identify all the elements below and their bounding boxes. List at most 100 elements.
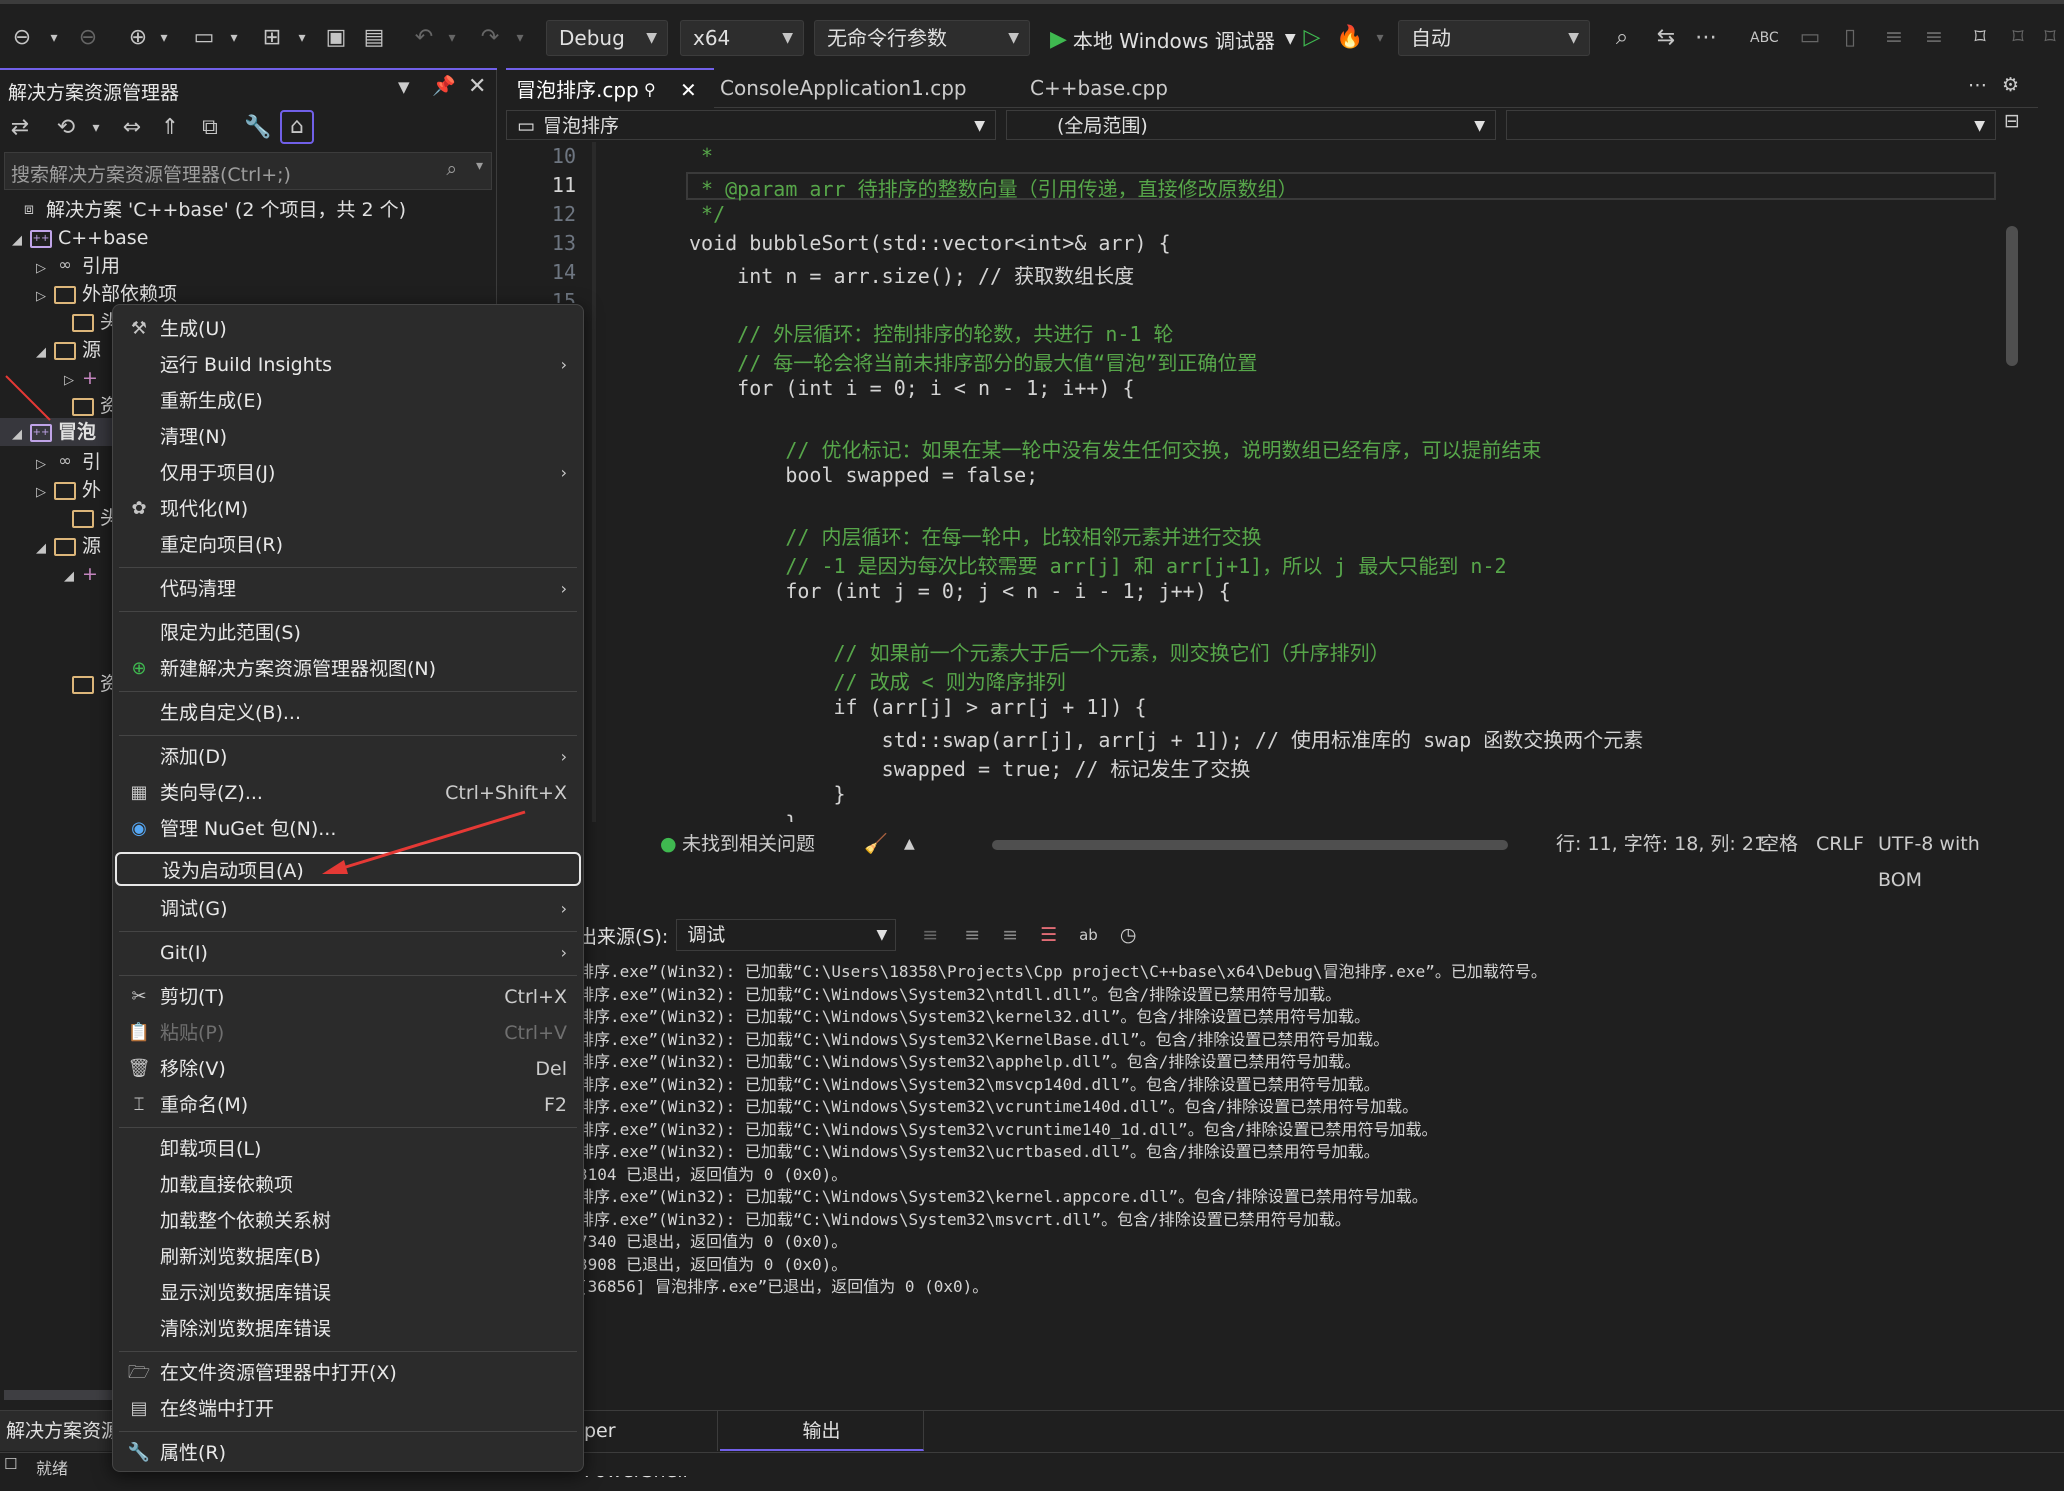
solution-search-input[interactable]: 搜索解决方案资源管理器(Ctrl+;) ⌕ ▾ bbox=[4, 152, 492, 190]
expanded-icon[interactable]: ◢ bbox=[64, 563, 82, 591]
preview-selected-icon[interactable]: ⌂ bbox=[280, 110, 314, 144]
tab-bubblesort-cpp[interactable]: 冒泡排序.cpp ⚲ ✕ bbox=[506, 68, 714, 108]
menu-item-show-db-errors[interactable]: 显示浏览数据库错误 bbox=[113, 1276, 583, 1310]
menu-item-properties[interactable]: 🔧 属性(R) bbox=[113, 1436, 583, 1470]
add-item-icon[interactable]: ⊞ bbox=[258, 24, 286, 52]
global-scope-dropdown[interactable]: (全局范围) ▼ bbox=[1006, 110, 1496, 140]
spell-check-icon[interactable]: ABC bbox=[1750, 24, 1779, 52]
uncomment-icon[interactable]: ▯ bbox=[1836, 24, 1864, 52]
menu-item-rename[interactable]: ⌶ 重命名(M) F2 bbox=[113, 1088, 583, 1122]
back-icon[interactable]: ⊖ bbox=[8, 24, 36, 52]
collapsed-icon[interactable]: ▷ bbox=[64, 367, 82, 395]
menu-item-build-insights[interactable]: 运行 Build Insights › bbox=[113, 348, 583, 382]
forward-icon[interactable]: ⊖ bbox=[74, 24, 102, 52]
menu-item-cut[interactable]: ✂ 剪切(T) Ctrl+X bbox=[113, 980, 583, 1014]
chevron-down-icon[interactable]: ▾ bbox=[506, 24, 534, 52]
tree-source-file-2[interactable]: ◢ + bbox=[64, 560, 98, 588]
tree-resources[interactable]: 资 bbox=[54, 392, 119, 420]
new-project-icon[interactable]: ⊕ bbox=[124, 24, 152, 52]
indent-mode[interactable]: 空格 bbox=[1760, 826, 1798, 862]
comment-icon[interactable]: ▭ bbox=[1796, 24, 1824, 52]
sync-active-icon[interactable]: ⇔ bbox=[118, 114, 146, 142]
properties-icon[interactable]: 🔧 bbox=[244, 114, 272, 142]
tree-resources-2[interactable]: 资 bbox=[54, 670, 119, 698]
file-encoding[interactable]: UTF-8 with BOM bbox=[1878, 826, 2028, 898]
menu-item-open-in-explorer[interactable]: 🗁 在文件资源管理器中打开(X) bbox=[113, 1356, 583, 1390]
tree-headers-2[interactable]: 头 bbox=[54, 504, 119, 532]
collapsed-icon[interactable]: ▷ bbox=[36, 479, 54, 507]
word-wrap-icon[interactable]: ab bbox=[1079, 926, 1098, 944]
code-cleanup-icon[interactable]: 🧹 bbox=[864, 826, 888, 862]
tree-solution[interactable]: ⧈ 解决方案 'C++base' (2 个项目，共 2 个) bbox=[18, 196, 406, 224]
gear-icon[interactable]: ⚙ bbox=[2002, 74, 2019, 96]
line-ending[interactable]: CRLF bbox=[1816, 826, 1864, 862]
tab-output[interactable]: 输出 bbox=[720, 1411, 924, 1451]
config-dropdown[interactable]: Debug ▼ bbox=[546, 20, 668, 56]
menu-item-retarget[interactable]: 重定向项目(R) bbox=[113, 528, 583, 562]
menu-item-load-direct-deps[interactable]: 加载直接依赖项 bbox=[113, 1168, 583, 1202]
close-icon[interactable]: ✕ bbox=[680, 70, 697, 110]
clear-all-icon[interactable]: ☰ bbox=[1040, 924, 1057, 946]
show-all-files-icon[interactable]: ⧉ bbox=[196, 114, 224, 142]
menu-item-build[interactable]: ⚒ 生成(U) bbox=[113, 312, 583, 346]
horizontal-scrollbar[interactable] bbox=[992, 840, 1508, 850]
args-dropdown[interactable]: 无命令行参数 ▼ bbox=[814, 20, 1030, 56]
expanded-icon[interactable]: ◢ bbox=[36, 339, 54, 367]
go-prev-message-icon[interactable]: ≡ bbox=[964, 924, 980, 946]
chevron-down-icon[interactable]: ▾ bbox=[1366, 24, 1394, 52]
pin-icon[interactable]: 📌 bbox=[432, 74, 456, 97]
tab-consoleapp-cpp[interactable]: ConsoleApplication1.cpp bbox=[710, 68, 977, 108]
clock-icon[interactable]: ◷ bbox=[1120, 924, 1137, 946]
code-editor[interactable]: 10 11 12 13 14 15 * * @param arr 待排序的整数向… bbox=[506, 142, 2026, 822]
chevron-down-icon[interactable]: ▾ bbox=[150, 24, 178, 52]
menu-item-refresh-browse-db[interactable]: 刷新浏览数据库(B) bbox=[113, 1240, 583, 1274]
chevron-down-icon[interactable]: ▾ bbox=[220, 24, 248, 52]
open-file-icon[interactable]: ▭ bbox=[190, 24, 218, 52]
menu-item-code-cleanup[interactable]: 代码清理 › bbox=[113, 572, 583, 606]
pin-icon[interactable]: ⚲ bbox=[644, 70, 656, 110]
tree-references[interactable]: ▷ ∞ 引用 bbox=[36, 252, 120, 280]
menu-item-debug[interactable]: 调试(G) › bbox=[113, 892, 583, 926]
tree-references-2[interactable]: ▷ ∞ 引 bbox=[36, 448, 101, 476]
expanded-icon[interactable]: ◢ bbox=[12, 227, 30, 255]
vertical-scrollbar[interactable] bbox=[2006, 226, 2018, 366]
menu-item-add[interactable]: 添加(D) › bbox=[113, 740, 583, 774]
start-debugger-button[interactable]: ▶ 本地 Windows 调试器 ▼ bbox=[1050, 22, 1296, 56]
prev-bookmark-icon[interactable]: ⌑ bbox=[2004, 24, 2032, 52]
member-dropdown[interactable]: ▼ bbox=[1506, 110, 1996, 140]
output-source-dropdown[interactable]: 调试 ▼ bbox=[676, 919, 897, 951]
menu-item-clean[interactable]: 清理(N) bbox=[113, 420, 583, 454]
chevron-up-icon[interactable]: ▲ bbox=[904, 826, 915, 862]
horizontal-scrollbar[interactable] bbox=[4, 1390, 112, 1400]
menu-item-rebuild[interactable]: 重新生成(E) bbox=[113, 384, 583, 418]
file-scope-dropdown[interactable]: ▭ 冒泡排序 ▼ bbox=[506, 110, 996, 140]
menu-item-build-customizations[interactable]: 生成自定义(B)... bbox=[113, 696, 583, 730]
outdent-icon[interactable]: ≡ bbox=[1880, 24, 1908, 52]
tab-powershell[interactable]: per PowerShell bbox=[584, 1411, 718, 1482]
menu-item-git[interactable]: Git(I) › bbox=[113, 936, 583, 970]
sync-icon[interactable]: ⇄ bbox=[6, 114, 34, 142]
find-in-files-icon[interactable]: ⌕ bbox=[1608, 24, 1636, 52]
tree-project-cppbase[interactable]: ◢ ++ C++base bbox=[12, 224, 148, 252]
platform-dropdown[interactable]: x64 ▼ bbox=[680, 20, 804, 56]
menu-item-remove[interactable]: 🗑 移除(V) Del bbox=[113, 1052, 583, 1086]
menu-item-open-in-terminal[interactable]: ▤ 在终端中打开 bbox=[113, 1392, 583, 1426]
mode-dropdown[interactable]: 自动 ▼ bbox=[1398, 20, 1590, 56]
start-without-debug-icon[interactable]: ▷ bbox=[1298, 24, 1326, 52]
menu-item-paste[interactable]: 📋 粘贴(P) Ctrl+V bbox=[113, 1016, 583, 1050]
go-next-message-icon[interactable]: ≡ bbox=[1002, 924, 1018, 946]
tab-solution-explorer[interactable]: 解决方案资源 bbox=[0, 1411, 112, 1451]
more-icon[interactable]: ⋯ bbox=[1968, 74, 1987, 96]
menu-item-unload-project[interactable]: 卸载项目(L) bbox=[113, 1132, 583, 1166]
chevron-down-icon[interactable]: ▾ bbox=[82, 114, 110, 142]
menu-item-load-dep-tree[interactable]: 加载整个依赖关系树 bbox=[113, 1204, 583, 1238]
indent-icon[interactable]: ≡ bbox=[1920, 24, 1948, 52]
collapsed-icon[interactable]: ▷ bbox=[36, 451, 54, 479]
cursor-position[interactable]: 行: 11, 字符: 18, 列: 21 bbox=[1556, 826, 1766, 862]
menu-item-new-view[interactable]: ⊕ 新建解决方案资源管理器视图(N) bbox=[113, 652, 583, 686]
menu-item-scope-to-this[interactable]: 限定为此范围(S) bbox=[113, 616, 583, 650]
redo-icon[interactable]: ↷ bbox=[476, 24, 504, 52]
issues-status[interactable]: 未找到相关问题 bbox=[682, 826, 815, 862]
chevron-down-icon[interactable]: ▾ bbox=[288, 24, 316, 52]
chevron-down-icon[interactable]: ▾ bbox=[438, 24, 466, 52]
